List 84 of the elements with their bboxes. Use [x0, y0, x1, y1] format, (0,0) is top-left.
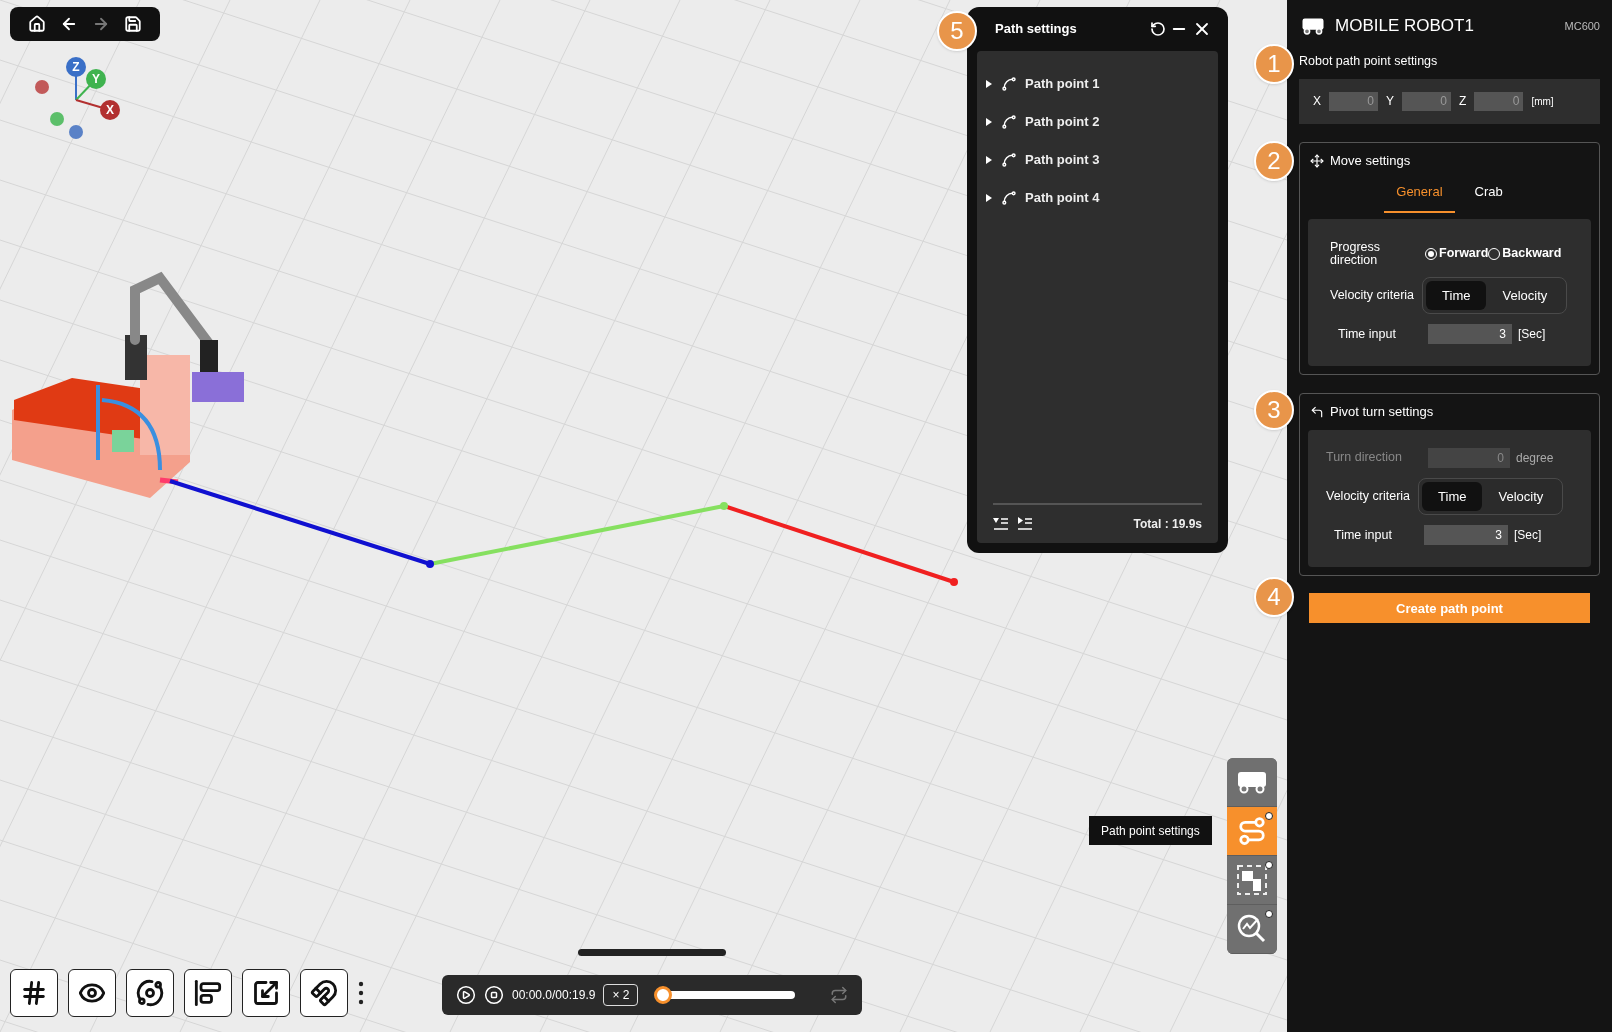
reset-icon[interactable]	[1150, 21, 1166, 37]
tool-button[interactable]	[242, 969, 290, 1017]
tool-button[interactable]	[126, 969, 174, 1017]
segment-option[interactable]: Time	[1422, 481, 1483, 512]
tab[interactable]: Crab	[1462, 178, 1515, 213]
transform-icon	[1236, 864, 1268, 896]
field-label: Time input	[1334, 526, 1393, 544]
section-heading: Pivot turn settings	[1330, 403, 1434, 422]
expand-triangle-icon[interactable]	[985, 194, 993, 202]
spline-icon	[1001, 76, 1017, 92]
path-point-item[interactable]: Path point 2	[985, 111, 1210, 133]
dock-button[interactable]	[1227, 807, 1277, 856]
loop-icon[interactable]	[830, 986, 848, 1004]
tooltip: Path point settings	[1089, 816, 1212, 845]
toolbar-button[interactable]	[28, 15, 46, 33]
progress-thumb[interactable]	[654, 986, 673, 1004]
spline-icon	[1001, 114, 1017, 130]
expand-triangle-icon[interactable]	[985, 118, 993, 126]
field-label: Turn direction	[1326, 449, 1403, 467]
expand-list-icon[interactable]	[1017, 517, 1033, 531]
panel-title: Path settings	[995, 20, 1077, 39]
unit-label: [Sec]	[1514, 527, 1542, 545]
field-label: Velocity criteria	[1326, 488, 1411, 506]
axis-gizmo: Z Y X	[30, 55, 130, 145]
path-point-item[interactable]: Path point 3	[985, 149, 1210, 171]
unit-label: [Sec]	[1518, 326, 1546, 344]
axis-label: Y	[1386, 93, 1395, 111]
path-point-label: Path point 1	[1025, 75, 1100, 94]
segment-option[interactable]: Velocity	[1486, 280, 1564, 311]
axis-label: Z	[1459, 93, 1467, 111]
path-point-label: Path point 3	[1025, 151, 1100, 170]
unit-label: degree	[1516, 449, 1554, 467]
spline-icon	[1001, 152, 1017, 168]
time-readout: 00:00.0/00:19.9	[512, 987, 596, 1004]
speed-button[interactable]: × 2	[603, 984, 639, 1006]
spline-icon	[1001, 190, 1017, 206]
section-heading: Robot path point settings	[1299, 53, 1439, 70]
play-icon[interactable]	[456, 985, 476, 1005]
scale-icon	[252, 979, 280, 1007]
forward-arrow-icon	[92, 15, 110, 33]
tool-button[interactable]	[68, 969, 116, 1017]
tool-button[interactable]	[10, 969, 58, 1017]
grid-icon	[20, 979, 48, 1007]
toolbar-button[interactable]	[124, 15, 142, 33]
robot-title: MOBILE ROBOT1	[1335, 15, 1474, 38]
axis-label: X	[1313, 93, 1321, 111]
path-point-label: Path point 2	[1025, 113, 1100, 132]
turn-arrow-icon	[1310, 405, 1324, 419]
path-point-item[interactable]: Path point 4	[985, 187, 1210, 209]
unit-label: [mm]	[1531, 94, 1554, 109]
tab[interactable]: General	[1384, 178, 1455, 213]
magnet-icon	[310, 979, 338, 1007]
cart-icon	[1301, 17, 1325, 35]
dock-button[interactable]	[1227, 758, 1277, 807]
collapse-list-icon[interactable]	[993, 517, 1009, 531]
move-icon	[1310, 153, 1324, 168]
save-icon	[124, 15, 142, 33]
total-time-label: Total : 19.9s	[1133, 516, 1202, 533]
time-input[interactable]: 3	[1428, 324, 1512, 345]
toolbar-button[interactable]	[60, 15, 78, 33]
segment-option[interactable]: Time	[1426, 280, 1487, 311]
field-label: Time input	[1338, 325, 1397, 343]
expand-triangle-icon[interactable]	[985, 80, 993, 88]
route-icon	[1237, 816, 1267, 846]
orbit-icon	[136, 979, 164, 1007]
expand-triangle-icon[interactable]	[985, 156, 993, 164]
model-label: MC600	[1564, 18, 1600, 34]
cart-icon	[1236, 770, 1268, 794]
tool-button[interactable]	[184, 969, 232, 1017]
home-icon	[28, 15, 46, 33]
magnifier-chart-icon	[1236, 913, 1268, 945]
stop-icon[interactable]	[484, 985, 504, 1005]
align-icon	[194, 979, 222, 1007]
tool-button[interactable]	[300, 969, 348, 1017]
path-point-item[interactable]: Path point 1	[985, 73, 1210, 95]
section-heading: Move settings	[1330, 151, 1411, 170]
path-point-label: Path point 4	[1025, 189, 1100, 208]
field-label: Progress direction	[1330, 240, 1382, 267]
more-options-icon[interactable]	[358, 981, 364, 1005]
time-input[interactable]: 3	[1424, 525, 1508, 546]
radio-option[interactable]: Backward	[1488, 244, 1562, 264]
radio-option[interactable]: Forward	[1425, 244, 1489, 264]
segment-option[interactable]: Velocity	[1482, 481, 1560, 512]
field-label: Velocity criteria	[1330, 287, 1415, 305]
